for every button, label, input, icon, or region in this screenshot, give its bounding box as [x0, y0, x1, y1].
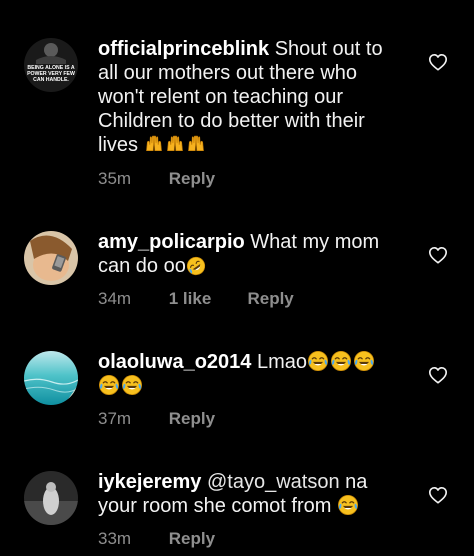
comment-item: iykejeremy @tayo_watson na your room she… [0, 0, 474, 556]
tears-of-joy-emoji [337, 494, 359, 516]
mention-link[interactable]: @tayo_watson [207, 471, 340, 493]
avatar[interactable] [24, 471, 78, 525]
heart-outline-icon[interactable] [428, 486, 448, 504]
comment-meta: 33m Reply [98, 529, 215, 549]
reply-button[interactable]: Reply [169, 529, 215, 549]
comment-text: iykejeremy @tayo_watson na your room she… [98, 470, 398, 518]
comment-time: 33m [98, 529, 132, 548]
avatar-image [24, 471, 78, 525]
username[interactable]: iykejeremy [98, 471, 201, 493]
